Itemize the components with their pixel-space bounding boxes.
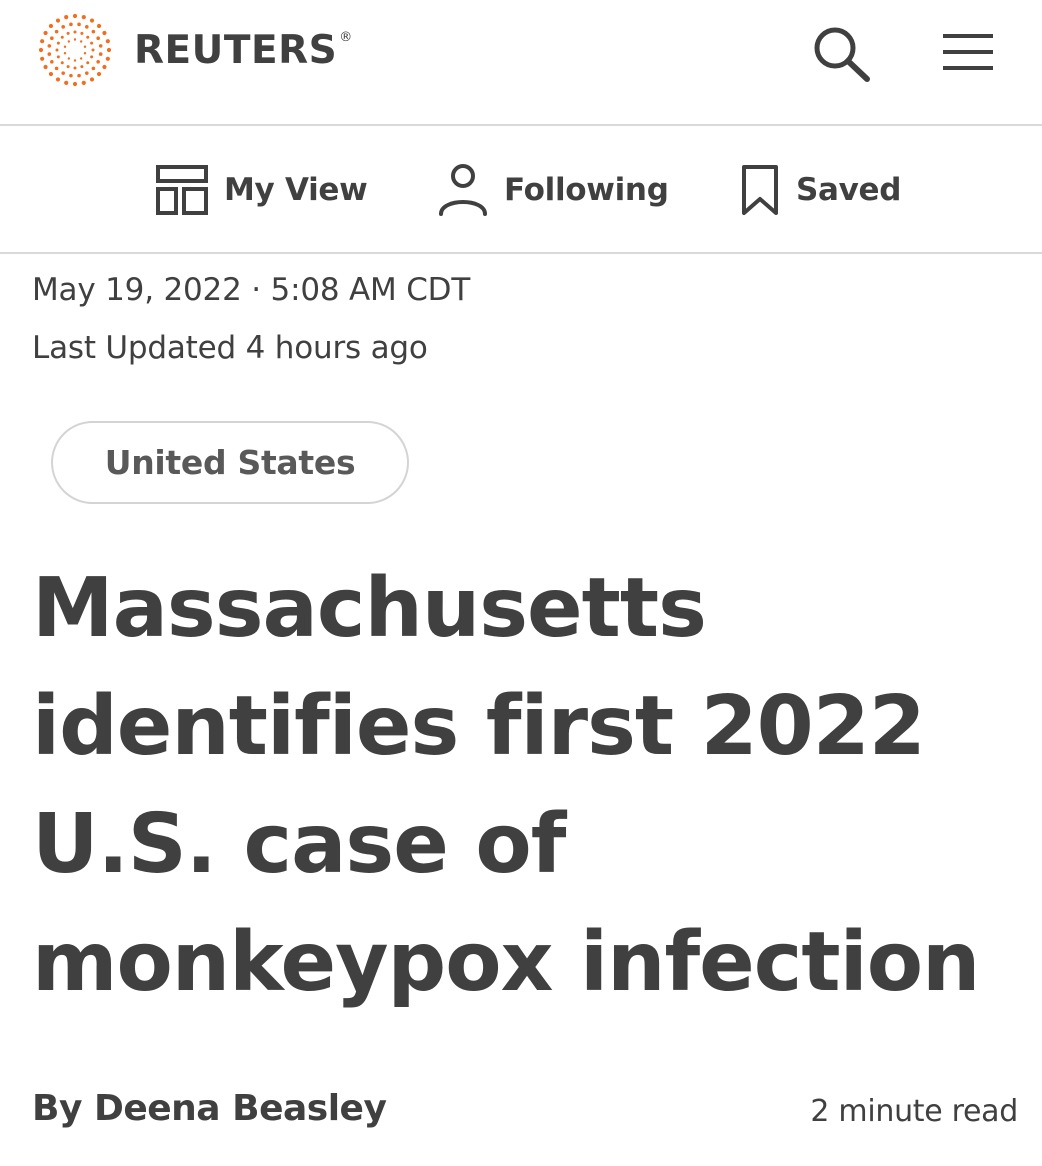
nav-saved[interactable]: Saved: [738, 160, 901, 220]
person-icon: [439, 164, 487, 216]
reuters-dots-logo-icon: [38, 13, 112, 87]
hamburger-menu-icon: [943, 34, 993, 70]
top-bar: REUTERS ®: [0, 0, 1042, 126]
read-time: 2 minute read: [810, 1094, 1018, 1129]
byline: By Deena Beasley: [32, 1088, 387, 1129]
search-icon: [814, 27, 870, 82]
bookmark-icon: [742, 165, 778, 215]
layout-icon: [156, 165, 208, 215]
nav-my-view-label: My View: [224, 172, 368, 208]
search-button[interactable]: [808, 22, 876, 86]
nav-following-label: Following: [504, 172, 669, 208]
publish-date: May 19, 2022 · 5:08 AM CDT: [32, 272, 471, 308]
registered-mark: ®: [339, 30, 353, 45]
nav-saved-label: Saved: [796, 172, 902, 208]
brand-name: REUTERS: [134, 27, 338, 73]
menu-button[interactable]: [936, 26, 1000, 78]
last-updated: Last Updated 4 hours ago: [32, 330, 428, 366]
reuters-logo[interactable]: REUTERS ®: [30, 10, 352, 90]
author-link[interactable]: Deena Beasley: [94, 1088, 387, 1129]
nav-my-view[interactable]: My View: [154, 160, 368, 220]
nav-following[interactable]: Following: [436, 160, 669, 220]
topic-tag[interactable]: United States: [51, 421, 409, 504]
sub-navigation: My View Following Saved: [0, 126, 1042, 254]
byline-prefix: By: [32, 1088, 82, 1129]
topic-tag-label: United States: [104, 443, 356, 482]
article-headline: Massachusetts identifies first 2022 U.S.…: [32, 561, 980, 1010]
